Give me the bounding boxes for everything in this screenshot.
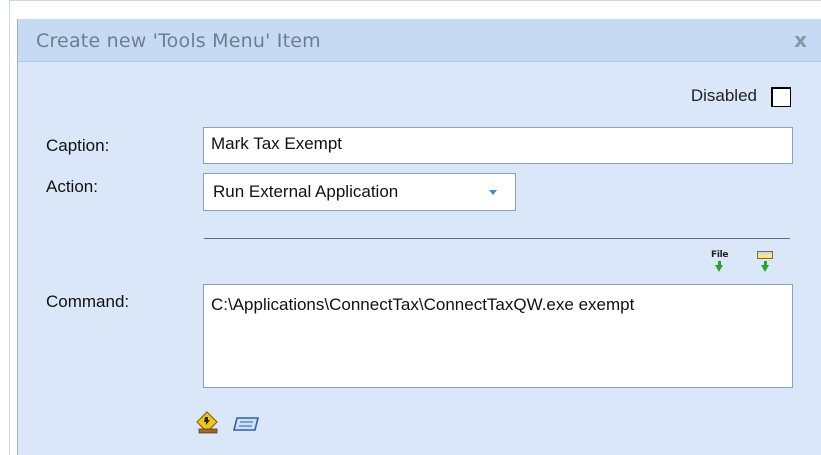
dialog-title: Create new 'Tools Menu' Item bbox=[36, 30, 321, 52]
command-input[interactable]: C:\Applications\ConnectTax\ConnectTaxQW.… bbox=[203, 284, 793, 388]
action-select-value: Run External Application bbox=[213, 182, 399, 201]
background-left-border bbox=[9, 0, 10, 455]
create-tools-menu-item-dialog: Create new 'Tools Menu' Item x Disabled … bbox=[17, 19, 821, 455]
disabled-checkbox[interactable] bbox=[771, 87, 791, 107]
keyboard-icon[interactable] bbox=[232, 415, 261, 433]
caption-label: Caption: bbox=[46, 136, 110, 155]
action-label: Action: bbox=[46, 177, 98, 196]
folder-insert-icon[interactable] bbox=[756, 250, 776, 274]
command-label: Command: bbox=[46, 292, 130, 311]
dialog-title-bar: Create new 'Tools Menu' Item x bbox=[18, 19, 821, 62]
caption-input[interactable]: Mark Tax Exempt bbox=[203, 127, 793, 164]
disabled-label: Disabled bbox=[690, 86, 757, 105]
background-top-border bbox=[9, 0, 821, 1]
file-insert-icon[interactable]: File bbox=[711, 250, 731, 274]
file-icon-text: File bbox=[711, 250, 729, 260]
disabled-option: Disabled bbox=[651, 86, 791, 108]
section-divider bbox=[204, 238, 790, 239]
action-select[interactable]: Run External Application bbox=[203, 173, 516, 211]
chevron-down-icon bbox=[489, 190, 497, 195]
wizard-icon[interactable] bbox=[196, 411, 222, 435]
close-button[interactable]: x bbox=[794, 28, 807, 52]
